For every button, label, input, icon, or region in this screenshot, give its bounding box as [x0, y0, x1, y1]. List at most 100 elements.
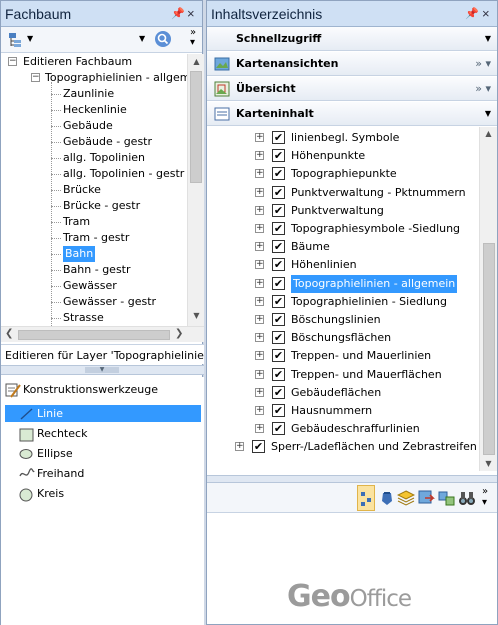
expand-layer-icon[interactable]: + — [255, 260, 264, 270]
tree-item[interactable]: Tram - gestr — [63, 230, 129, 246]
close-icon[interactable]: × — [187, 1, 195, 27]
layer-item[interactable]: Topographiepunkte — [291, 165, 397, 183]
expand-layer-icon[interactable]: + — [255, 351, 264, 361]
layer-item[interactable]: Punktverwaltung - Pktnummern — [291, 184, 466, 202]
layer-item[interactable]: Gebäudeflächen — [291, 384, 381, 402]
pin-icon[interactable]: 📌 — [171, 1, 185, 27]
layer-item[interactable]: Treppen- und Mauerlinien — [291, 347, 431, 365]
section-uebersicht[interactable]: Übersicht » ▾ — [207, 77, 497, 101]
layer-item[interactable]: Gebäudeschraffurlinien — [291, 420, 420, 438]
tree-item[interactable]: allg. Topolinien — [63, 150, 145, 166]
layer-visibility-checkbox[interactable]: ✔ — [272, 185, 285, 199]
expand-layer-icon[interactable]: + — [255, 278, 264, 288]
layer-visibility-checkbox[interactable]: ✔ — [272, 422, 285, 436]
tree-item[interactable]: Gewässer - gestr — [63, 294, 156, 310]
more-options-icon[interactable]: » ▾ — [482, 486, 488, 508]
more-options-icon[interactable]: » ▾ — [190, 28, 196, 48]
section-schnellzugriff[interactable]: Schnellzugriff ▼ — [207, 27, 497, 51]
tree-item[interactable]: Gewässer — [63, 278, 117, 294]
binoculars-icon[interactable] — [458, 490, 476, 506]
layer-visibility-checkbox[interactable]: ✔ — [272, 240, 285, 254]
search-icon[interactable] — [154, 30, 172, 48]
expand-layer-icon[interactable]: + — [255, 224, 264, 233]
tree-group[interactable]: Topographielinien - allgem — [45, 70, 187, 86]
layer-item[interactable]: Treppen- und Mauerflächen — [291, 366, 442, 384]
layer-tree-scrollbar[interactable]: ▲ ▼ — [479, 127, 497, 471]
scroll-thumb[interactable] — [483, 243, 495, 455]
close-icon[interactable]: × — [482, 1, 490, 27]
layer-visibility-checkbox[interactable]: ✔ — [272, 149, 285, 163]
tree-item[interactable]: Brücke - gestr — [63, 198, 140, 214]
splitter-grip-icon[interactable]: ▼ — [85, 367, 119, 373]
collapse-group-icon[interactable]: − — [31, 73, 40, 82]
layer-visibility-checkbox[interactable]: ✔ — [252, 440, 265, 454]
tree-horizontal-scrollbar[interactable]: ❮ ❯ — [1, 326, 204, 342]
expand-layer-icon[interactable]: + — [255, 242, 264, 252]
tree-root[interactable]: Editieren Fachbaum — [23, 54, 132, 70]
splitter[interactable] — [207, 475, 497, 483]
layers-icon[interactable] — [397, 490, 415, 506]
expand-layer-icon[interactable]: + — [255, 133, 264, 142]
tree-view-icon[interactable] — [8, 32, 24, 48]
chevron-down-icon[interactable]: ▼ — [485, 102, 491, 126]
tree-item[interactable]: Zaunlinie — [63, 86, 114, 102]
paint-bucket-icon[interactable] — [379, 490, 395, 506]
layer-item[interactable]: Hausnummern — [291, 402, 372, 420]
chevron-down-icon[interactable]: ▼ — [485, 27, 491, 51]
layer-select-button[interactable] — [357, 485, 375, 511]
splitter[interactable]: ▼ — [1, 365, 204, 375]
tool-freihand[interactable]: Freihand — [5, 465, 201, 482]
expand-layer-icon[interactable]: + — [255, 424, 264, 434]
tree-item[interactable]: Strasse — [63, 310, 104, 326]
expand-layer-icon[interactable]: + — [255, 315, 264, 324]
expand-layer-icon[interactable]: + — [255, 205, 264, 215]
expand-icon[interactable]: » ▾ — [475, 77, 491, 101]
scroll-down-icon[interactable]: ▼ — [188, 311, 205, 320]
tree-item[interactable]: Tram — [63, 214, 90, 230]
scroll-down-icon[interactable]: ▼ — [480, 459, 497, 468]
tree-item[interactable]: Bahn — [63, 246, 96, 262]
expand-layer-icon[interactable]: + — [255, 333, 264, 343]
section-karteninhalt[interactable]: Karteninhalt ▼ — [207, 102, 497, 126]
tool-kreis[interactable]: Kreis — [5, 485, 201, 502]
layer-properties-icon[interactable] — [438, 489, 456, 507]
layer-visibility-checkbox[interactable]: ✔ — [272, 313, 285, 326]
layer-visibility-checkbox[interactable]: ✔ — [272, 258, 285, 272]
tree-item[interactable]: Gebäude - gestr — [63, 134, 152, 150]
expand-layer-icon[interactable]: + — [255, 296, 264, 306]
expand-layer-icon[interactable]: + — [255, 169, 264, 179]
scroll-up-icon[interactable]: ▲ — [480, 129, 497, 138]
tree-item[interactable]: Heckenlinie — [63, 102, 127, 118]
layer-item[interactable]: Punktverwaltung — [291, 202, 384, 220]
layer-visibility-checkbox[interactable]: ✔ — [272, 367, 285, 381]
tree-vertical-scrollbar[interactable]: ▲ ▼ — [187, 54, 204, 326]
expand-layer-icon[interactable]: + — [255, 406, 264, 415]
layer-item[interactable]: Höhenpunkte — [291, 147, 365, 165]
tool-rechteck[interactable]: Rechteck — [5, 425, 201, 442]
expand-layer-icon[interactable]: + — [255, 387, 264, 397]
layer-item[interactable]: Böschungsflächen — [291, 329, 391, 347]
expand-layer-icon[interactable]: + — [255, 369, 264, 379]
scroll-thumb[interactable] — [190, 71, 202, 183]
layer-visibility-checkbox[interactable]: ✔ — [272, 385, 285, 399]
layer-visibility-checkbox[interactable]: ✔ — [272, 203, 285, 217]
scroll-up-icon[interactable]: ▲ — [188, 57, 205, 66]
layer-item[interactable]: Böschungslinien — [291, 311, 381, 329]
layer-item[interactable]: Bäume — [291, 238, 330, 256]
export-layer-icon[interactable] — [417, 489, 435, 507]
tree-item[interactable]: Gebäude — [63, 118, 113, 134]
layer-item[interactable]: Topographielinien - Siedlung — [291, 293, 447, 311]
tool-ellipse[interactable]: Ellipse — [5, 445, 201, 462]
layer-item[interactable]: linienbegl. Symbole — [291, 129, 399, 147]
layer-item[interactable]: Topographielinien - allgemein — [291, 274, 458, 293]
dropdown-arrow-icon[interactable]: ▼ — [139, 34, 145, 43]
expand-layer-icon[interactable]: + — [255, 151, 264, 161]
tool-linie[interactable]: Linie — [5, 405, 201, 422]
expand-icon[interactable]: » ▾ — [475, 52, 491, 76]
layer-item[interactable]: Höhenlinien — [291, 256, 357, 274]
tree-item[interactable]: allg. Topolinien - gestr — [63, 166, 184, 182]
layer-visibility-checkbox[interactable]: ✔ — [272, 131, 285, 144]
layer-visibility-checkbox[interactable]: ✔ — [272, 404, 285, 417]
layer-visibility-checkbox[interactable]: ✔ — [272, 276, 285, 290]
section-kartenansichten[interactable]: Kartenansichten » ▾ — [207, 52, 497, 76]
